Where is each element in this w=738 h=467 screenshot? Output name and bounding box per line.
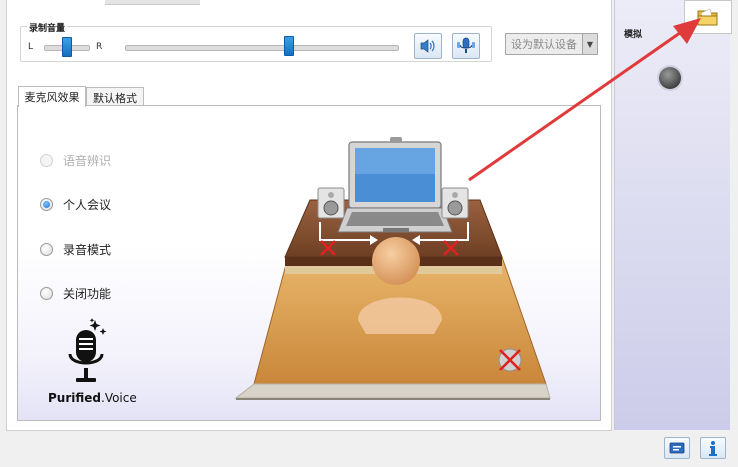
option-personal-meeting-label: 个人会议 — [63, 198, 112, 212]
brand-part2: .Voice — [101, 391, 137, 405]
option-speech-recognition-label: 语音辨识 — [63, 154, 112, 168]
option-personal-meeting[interactable]: 个人会议 — [40, 196, 111, 213]
tab-microphone-effects[interactable]: 麦克风效果 — [18, 86, 86, 107]
purified-voice-brand: Purified.Voice — [48, 391, 137, 405]
tab-default-format-label: 默认格式 — [93, 91, 137, 105]
device-info-button[interactable] — [664, 437, 690, 459]
radio-recording-mode[interactable] — [40, 243, 53, 256]
info-icon — [709, 441, 717, 456]
info-button[interactable] — [700, 437, 726, 459]
option-turn-off[interactable]: 关闭功能 — [40, 285, 111, 302]
option-recording-mode[interactable]: 录音模式 — [40, 241, 111, 258]
option-recording-mode-label: 录音模式 — [63, 243, 112, 257]
device-icon — [669, 442, 685, 454]
tab-microphone-effects-label: 麦克风效果 — [24, 91, 80, 104]
volume-track — [125, 45, 399, 51]
balance-right-label: R — [96, 42, 103, 52]
option-speech-recognition: 语音辨识 — [40, 152, 111, 169]
radio-personal-meeting[interactable] — [40, 198, 53, 211]
top-tab-strip — [105, 0, 200, 5]
radio-turn-off[interactable] — [40, 287, 53, 300]
microphone-icon — [68, 318, 107, 382]
volume-slider-thumb[interactable] — [284, 36, 295, 56]
tab-default-format[interactable]: 默认格式 — [86, 87, 144, 107]
brand-part1: Purified — [48, 391, 101, 405]
option-turn-off-label: 关闭功能 — [63, 287, 112, 301]
balance-slider-thumb[interactable] — [62, 37, 72, 57]
balance-left-label: L — [28, 42, 34, 52]
annotation-arrow — [468, 18, 701, 182]
mute-button[interactable] — [414, 33, 442, 59]
recording-volume-title: 录制音量 — [27, 21, 68, 34]
radio-speech-recognition — [40, 154, 53, 167]
speaker-icon — [420, 39, 435, 53]
